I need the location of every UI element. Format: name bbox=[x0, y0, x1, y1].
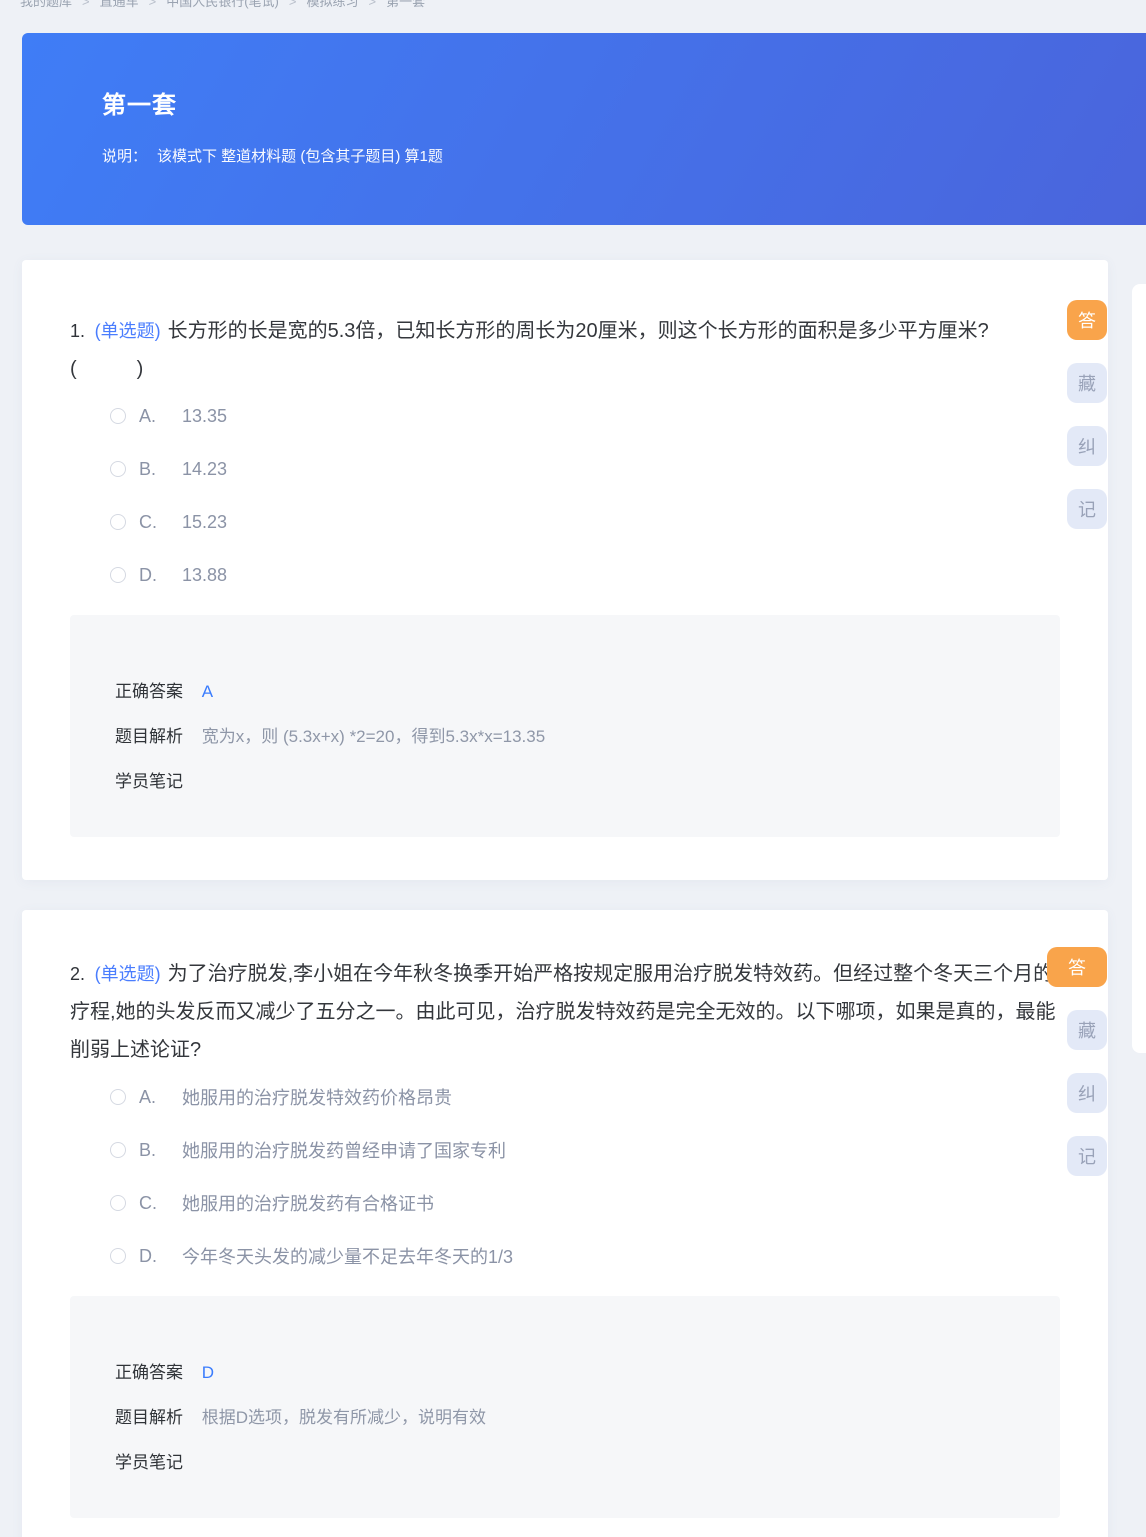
analysis-row: 题目解析 根据D选项，脱发有所减少，说明有效 bbox=[115, 1403, 1015, 1425]
options-list: A. 13.35 B. 14.23 C. 15.23 D. 13.88 bbox=[110, 403, 1060, 588]
question-2-stem: 2. (单选题)为了治疗脱发,李小姐在今年秋冬换季开始严格按规定服用治疗脱发特效… bbox=[70, 910, 1062, 1069]
exam-description-text: 该模式下 整道材料题 (包含其子题目) 算1题 bbox=[157, 148, 443, 165]
option-text: 15.23 bbox=[182, 512, 227, 533]
tab-note[interactable]: 记 bbox=[1067, 1136, 1107, 1176]
option-letter: C. bbox=[139, 1193, 182, 1214]
option-row-b[interactable]: B. 14.23 bbox=[110, 456, 1060, 482]
exam-header-card: 第一套 说明： 该模式下 整道材料题 (包含其子题目) 算1题 bbox=[22, 33, 1146, 225]
breadcrumb-item-4[interactable]: 模拟练习 bbox=[306, 0, 358, 9]
option-letter: B. bbox=[139, 459, 182, 480]
exam-practice-page: 我的题库 > 直通车 > 中国人民银行(笔试) > 模拟练习 > 第一套 第一套 说明： 该模式下… bbox=[0, 0, 1146, 1537]
option-text: 14.23 bbox=[182, 459, 227, 480]
tab-collect[interactable]: 藏 bbox=[1067, 363, 1107, 403]
radio-icon[interactable] bbox=[110, 567, 126, 583]
option-text: 今年冬天头发的减少量不足去年冬天的1/3 bbox=[182, 1243, 513, 1269]
option-letter: B. bbox=[139, 1140, 182, 1161]
tab-correct[interactable]: 纠 bbox=[1067, 426, 1107, 466]
option-letter: C. bbox=[139, 512, 182, 533]
analysis-label: 题目解析 bbox=[115, 727, 183, 746]
breadcrumb-item-2[interactable]: 直通车 bbox=[100, 0, 139, 9]
option-text: 13.35 bbox=[182, 406, 227, 427]
tab-note[interactable]: 记 bbox=[1067, 489, 1107, 529]
option-row-b[interactable]: B. 她服用的治疗脱发药曾经申请了国家专利 bbox=[110, 1137, 1060, 1163]
breadcrumb: 我的题库 > 直通车 > 中国人民银行(笔试) > 模拟练习 > 第一套 bbox=[20, 0, 425, 10]
radio-icon[interactable] bbox=[110, 1195, 126, 1211]
question-number: 1. bbox=[70, 321, 85, 341]
breadcrumb-item-1[interactable]: 我的题库 bbox=[20, 0, 72, 9]
option-letter: A. bbox=[139, 406, 182, 427]
tab-answer[interactable]: 答 bbox=[1047, 947, 1107, 987]
side-tab-rail: 答 藏 纠 记 bbox=[1047, 947, 1107, 1199]
option-row-a[interactable]: A. 她服用的治疗脱发特效药价格昂贵 bbox=[110, 1084, 1060, 1110]
side-tab-rail: 答 藏 纠 记 bbox=[1067, 300, 1107, 552]
breadcrumb-separator: > bbox=[82, 0, 90, 9]
tab-correct[interactable]: 纠 bbox=[1067, 1073, 1107, 1113]
question-number: 2. bbox=[70, 964, 85, 984]
option-row-d[interactable]: D. 13.88 bbox=[110, 562, 1060, 588]
question-type-badge: (单选题) bbox=[95, 964, 161, 984]
student-note-label: 学员笔记 bbox=[115, 772, 183, 791]
radio-icon[interactable] bbox=[110, 1142, 126, 1158]
breadcrumb-item-5: 第一套 bbox=[386, 0, 425, 9]
option-text: 她服用的治疗脱发药曾经申请了国家专利 bbox=[182, 1137, 506, 1163]
analysis-row: 题目解析 宽为x，则 (5.3x+x) *2=20，得到5.3x*x=13.35 bbox=[115, 722, 1015, 744]
question-card-2: 2. (单选题)为了治疗脱发,李小姐在今年秋冬换季开始严格按规定服用治疗脱发特效… bbox=[22, 910, 1108, 1537]
option-row-c[interactable]: C. 15.23 bbox=[110, 509, 1060, 535]
correct-answer-label: 正确答案 bbox=[115, 1363, 183, 1382]
student-note-row: 学员笔记 bbox=[115, 767, 1015, 789]
radio-icon[interactable] bbox=[110, 1248, 126, 1264]
analysis-label: 题目解析 bbox=[115, 1408, 183, 1427]
question-text: 为了治疗脱发,李小姐在今年秋冬换季开始严格按规定服用治疗脱发特效药。但经过整个冬… bbox=[70, 963, 1056, 1061]
breadcrumb-separator: > bbox=[369, 0, 377, 9]
option-row-d[interactable]: D. 今年冬天头发的减少量不足去年冬天的1/3 bbox=[110, 1243, 1060, 1269]
option-letter: A. bbox=[139, 1087, 182, 1108]
radio-icon[interactable] bbox=[110, 1089, 126, 1105]
radio-icon[interactable] bbox=[110, 514, 126, 530]
option-text: 13.88 bbox=[182, 565, 227, 586]
exam-description-label: 说明： bbox=[102, 148, 147, 165]
analysis-text: 根据D选项，脱发有所减少，说明有效 bbox=[202, 1408, 486, 1427]
option-row-a[interactable]: A. 13.35 bbox=[110, 403, 1060, 429]
student-note-label: 学员笔记 bbox=[115, 1453, 183, 1472]
exam-description: 说明： 该模式下 整道材料题 (包含其子题目) 算1题 bbox=[102, 145, 443, 166]
analysis-text: 宽为x，则 (5.3x+x) *2=20，得到5.3x*x=13.35 bbox=[202, 727, 545, 746]
question-card-1: 1. (单选题)长方形的长是宽的5.3倍，已知长方形的周长为20厘米，则这个长方… bbox=[22, 260, 1108, 880]
breadcrumb-separator: > bbox=[289, 0, 297, 9]
answer-panel: 正确答案 D 题目解析 根据D选项，脱发有所减少，说明有效 学员笔记 bbox=[70, 1296, 1060, 1518]
exam-title: 第一套 bbox=[102, 85, 177, 120]
radio-icon[interactable] bbox=[110, 408, 126, 424]
tab-answer[interactable]: 答 bbox=[1067, 300, 1107, 340]
correct-answer-value: D bbox=[202, 1363, 214, 1382]
question-text: 长方形的长是宽的5.3倍，已知长方形的周长为20厘米，则这个长方形的面积是多少平… bbox=[70, 320, 989, 380]
breadcrumb-separator: > bbox=[149, 0, 157, 9]
correct-answer-row: 正确答案 A bbox=[115, 677, 1015, 699]
answer-panel: 正确答案 A 题目解析 宽为x，则 (5.3x+x) *2=20，得到5.3x*… bbox=[70, 615, 1060, 837]
option-text: 她服用的治疗脱发药有合格证书 bbox=[182, 1190, 434, 1216]
option-text: 她服用的治疗脱发特效药价格昂贵 bbox=[182, 1084, 452, 1110]
breadcrumb-item-3[interactable]: 中国人民银行(笔试) bbox=[166, 0, 279, 9]
question-1-stem: 1. (单选题)长方形的长是宽的5.3倍，已知长方形的周长为20厘米，则这个长方… bbox=[70, 260, 1062, 388]
correct-answer-value: A bbox=[202, 682, 213, 701]
question-type-badge: (单选题) bbox=[95, 321, 161, 341]
radio-icon[interactable] bbox=[110, 461, 126, 477]
correct-answer-label: 正确答案 bbox=[115, 682, 183, 701]
correct-answer-row: 正确答案 D bbox=[115, 1358, 1015, 1380]
student-note-row: 学员笔记 bbox=[115, 1448, 1015, 1470]
options-list: A. 她服用的治疗脱发特效药价格昂贵 B. 她服用的治疗脱发药曾经申请了国家专利… bbox=[110, 1084, 1060, 1269]
option-row-c[interactable]: C. 她服用的治疗脱发药有合格证书 bbox=[110, 1190, 1060, 1216]
right-panel-edge bbox=[1132, 284, 1146, 1053]
option-letter: D. bbox=[139, 1246, 182, 1267]
option-letter: D. bbox=[139, 565, 182, 586]
tab-collect[interactable]: 藏 bbox=[1067, 1010, 1107, 1050]
